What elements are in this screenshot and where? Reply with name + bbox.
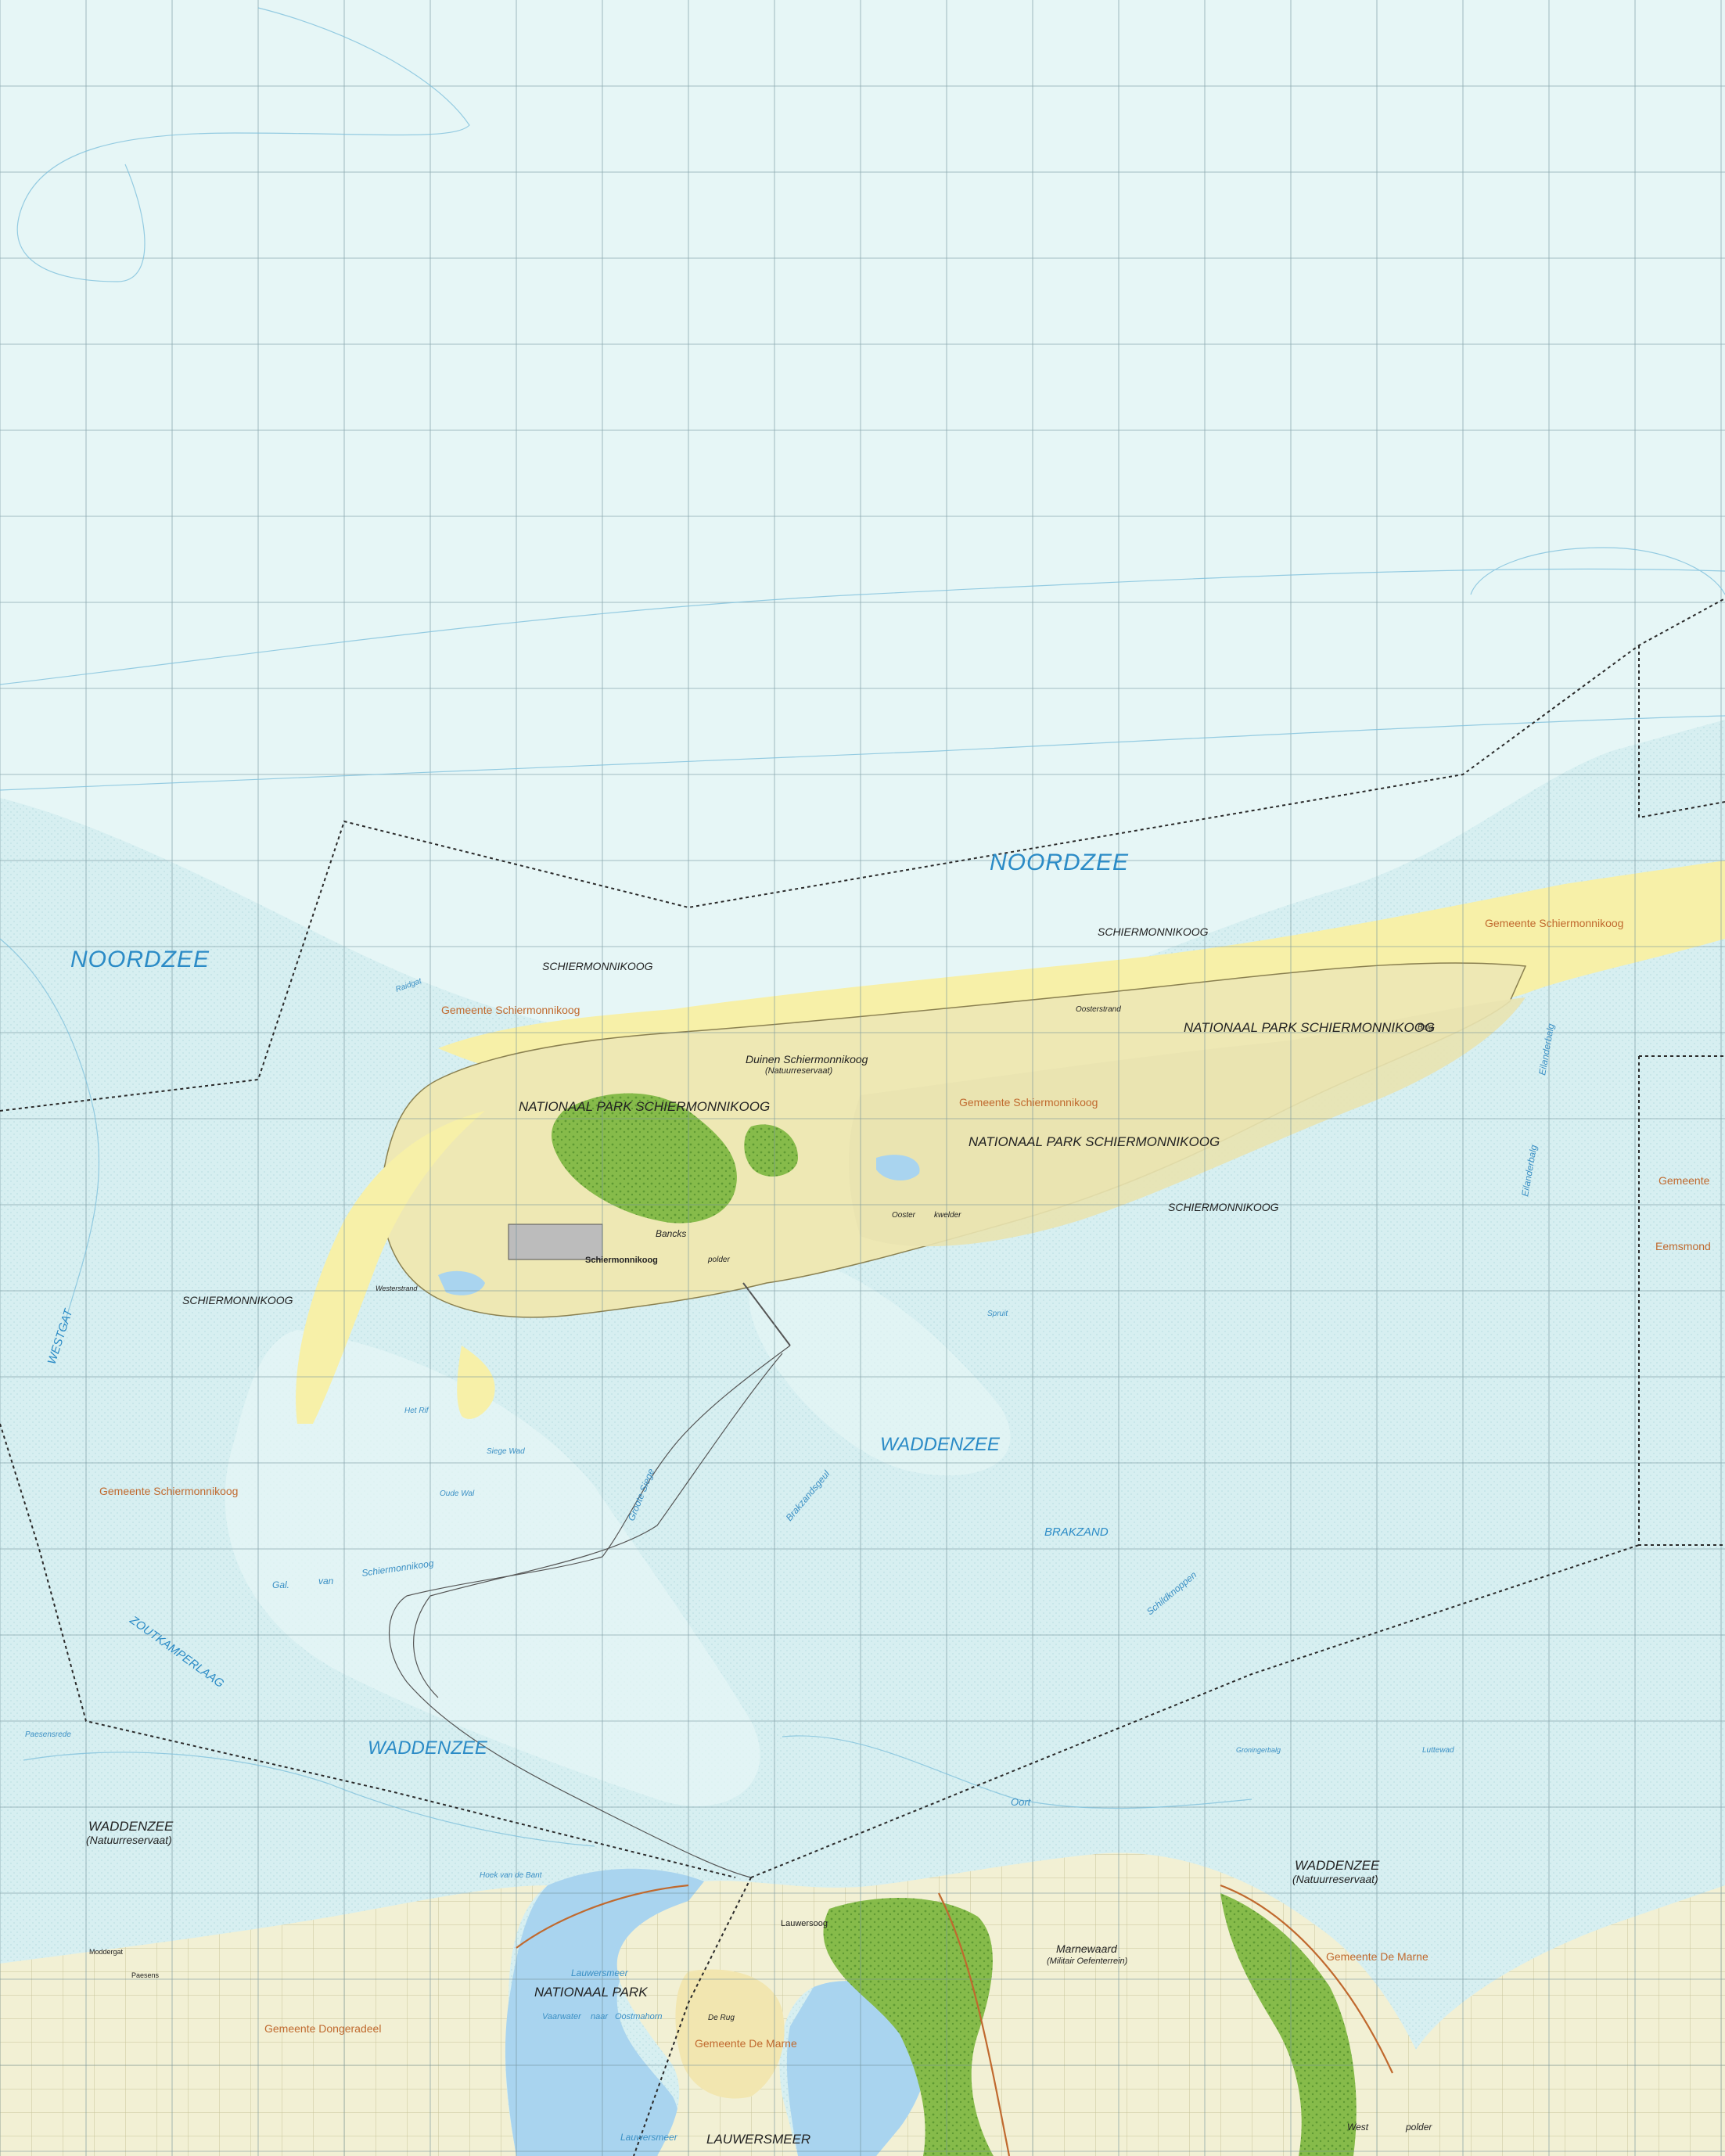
label-oosterkwelder-b: kwelder [934, 1211, 961, 1220]
label-brakzand: BRAKZAND [1044, 1525, 1109, 1539]
label-oort: Oort [1011, 1796, 1032, 1808]
label-vaarwater: Vaarwater [542, 2012, 582, 2021]
label-hoek-van-de-bant: Hoek van de Bant [480, 1871, 543, 1880]
label-np-2: NATIONAAL PARK SCHIERMONNIKOOG [519, 1099, 770, 1114]
label-duinen: Duinen Schiermonnikoog [746, 1053, 868, 1065]
label-gem-schier-3: Gemeente Schiermonnikoog [959, 1096, 1098, 1109]
label-paesensrede: Paesensrede [25, 1730, 71, 1739]
label-eemsmond: Eemsmond [1655, 1240, 1711, 1252]
label-banckspolder-b: polder [707, 1256, 730, 1264]
label-schiermonnikoog-1: SCHIERMONNIKOOG [542, 960, 653, 972]
label-paesens: Paesens [131, 1971, 160, 1979]
label-lauwersmeer: LAUWERSMEER [706, 2132, 810, 2147]
label-polder: polder [1405, 2122, 1432, 2133]
label-oosterkwelder-a: Ooster [892, 1211, 916, 1220]
label-np-1: NATIONAAL PARK SCHIERMONNIKOOG [1184, 1020, 1435, 1035]
label-lauwersoog: Lauwersoog [781, 1919, 828, 1928]
label-gem-schier-1: Gemeente Schiermonnikoog [441, 1004, 580, 1016]
label-schiermonnikoog-2: SCHIERMONNIKOOG [1098, 925, 1209, 938]
label-gem-schier-4: Gemeente Schiermonnikoog [99, 1485, 238, 1497]
label-marnewaard-sub: (Militair Oefenterrein) [1047, 1957, 1128, 1966]
label-van: van [318, 1576, 334, 1586]
label-nationaal-park: NATIONAAL PARK [534, 1985, 648, 2000]
label-waddenzee-center: WADDENZEE [880, 1434, 1001, 1455]
label-banckspolder-a: Bancks [656, 1228, 686, 1239]
label-de-rug: De Rug [708, 2014, 735, 2022]
label-gem-demarne-1: Gemeente De Marne [1326, 1950, 1429, 1963]
label-waddenzee-res-west: WADDENZEE [88, 1819, 174, 1834]
label-siege-wad: Siege Wad [487, 1447, 525, 1456]
label-waddenzee-res-east: WADDENZEE [1295, 1858, 1380, 1873]
label-np-3: NATIONAAL PARK SCHIERMONNIKOOG [969, 1134, 1220, 1149]
label-gem-demarne-2: Gemeente De Marne [695, 2037, 797, 2050]
label-natuurreservaat-west: (Natuurreservaat) [86, 1834, 172, 1846]
label-lauwersmeer-water2: Lauwersmeer [620, 2132, 678, 2143]
label-noordzee-main: NOORDZEE [990, 850, 1129, 875]
village-schiermonnikoog [508, 1224, 603, 1260]
label-westerstrand: Westerstrand [376, 1285, 418, 1292]
label-oude-wal: Oude Wal [440, 1489, 475, 1498]
label-spruit: Spruit [987, 1310, 1008, 1318]
label-naar: naar [591, 2012, 609, 2021]
label-oosterstrand: Oosterstrand [1076, 1005, 1121, 1014]
label-oostmahorn: Oostmahorn [615, 2012, 663, 2021]
label-moddergat: Moddergat [89, 1948, 124, 1956]
label-lauwersmeer-water: Lauwersmeer [571, 1967, 629, 1978]
label-marnewaard: Marnewaard [1056, 1942, 1118, 1955]
topographic-map[interactable]: NOORDZEE NOORDZEE WADDENZEE WADDENZEE WA… [0, 0, 1725, 2156]
label-schiermonnikoog-4: SCHIERMONNIKOOG [182, 1294, 293, 1306]
label-het-rif: Het Rif [404, 1407, 429, 1415]
label-gem-schier-2: Gemeente Schiermonnikoog [1485, 917, 1623, 929]
label-noordzee-west: NOORDZEE [70, 947, 210, 972]
label-west: West [1347, 2122, 1369, 2133]
label-schiermonnikoog-3: SCHIERMONNIKOOG [1168, 1201, 1279, 1213]
de-rug-land [675, 1969, 785, 2099]
label-groningerbalg: Groningerbalg [1236, 1746, 1281, 1754]
label-schiermonnikoog-town: Schiermonnikoog [585, 1256, 658, 1265]
label-duinen-res: (Natuurreservaat) [765, 1066, 833, 1076]
label-gal: Gal. [272, 1579, 289, 1590]
label-gemeente-east: Gemeente [1659, 1174, 1710, 1187]
label-gem-dongeradeel: Gemeente Dongeradeel [264, 2022, 381, 2035]
label-waddenzee-west: WADDENZEE [368, 1737, 488, 1759]
label-natuurreservaat-east: (Natuurreservaat) [1292, 1873, 1378, 1885]
label-luttewad: Luttewad [1422, 1746, 1454, 1755]
label-balg: Balg [1418, 1023, 1433, 1032]
